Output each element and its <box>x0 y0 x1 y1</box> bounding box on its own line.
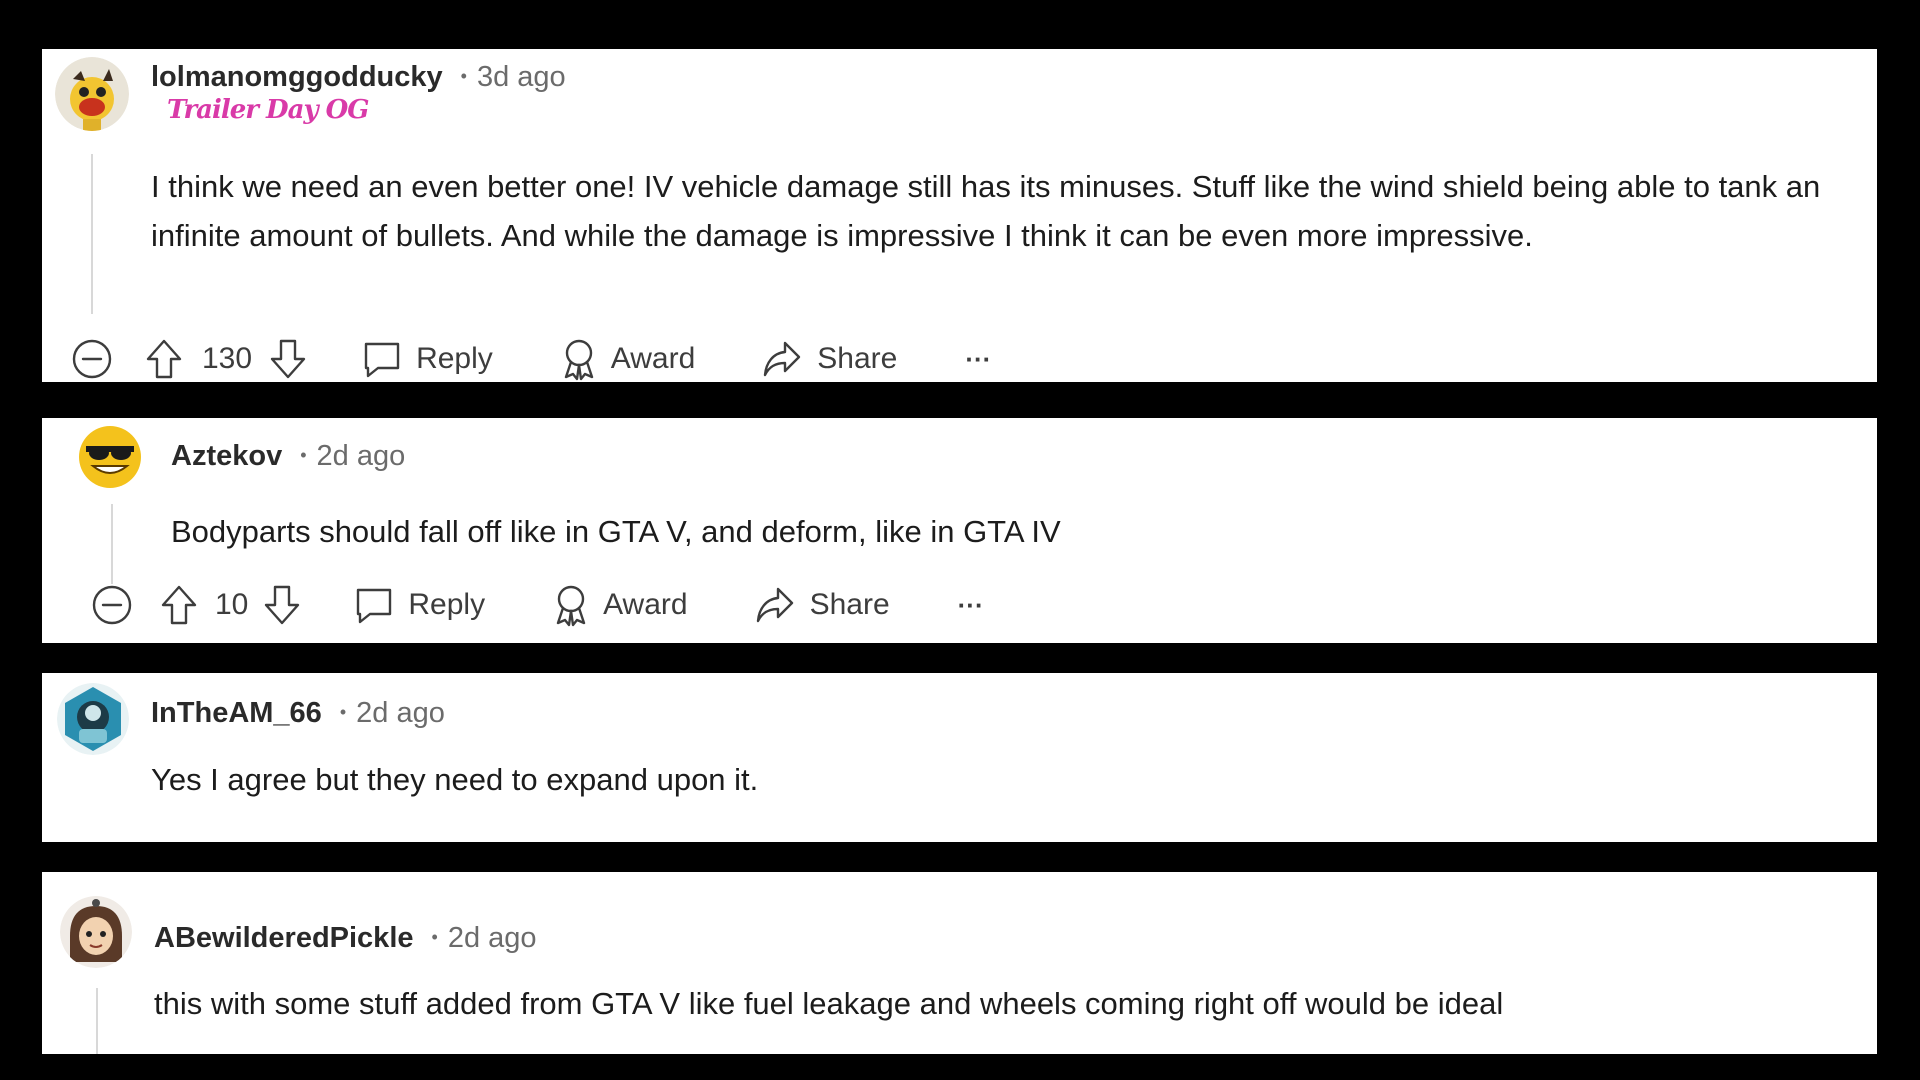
downvote-icon[interactable] <box>262 583 302 627</box>
thread-line[interactable] <box>111 504 113 584</box>
comment-card: InTheAM_66 • 2d ago Yes I agree but they… <box>42 673 1877 842</box>
vote-count: 10 <box>215 588 249 621</box>
comment-card: Aztekov • 2d ago Bodyparts should fall o… <box>42 418 1877 643</box>
reply-label: Reply <box>408 588 486 621</box>
thread-line[interactable] <box>96 988 98 1054</box>
user-avatar[interactable] <box>75 422 145 492</box>
reply-label: Reply <box>416 342 493 375</box>
username[interactable]: Aztekov <box>171 440 282 473</box>
user-avatar[interactable] <box>55 57 129 131</box>
comment-body: Bodyparts should fall off like in GTA V,… <box>171 514 1061 549</box>
share-button[interactable]: Share <box>754 585 890 625</box>
more-options-icon[interactable]: ··· <box>958 590 984 621</box>
comment-header: lolmanomggodducky • 3d ago <box>151 57 566 97</box>
speech-bubble-icon <box>357 588 392 624</box>
timestamp[interactable]: 2d ago <box>317 440 406 473</box>
award-button[interactable]: Award <box>559 337 696 381</box>
comment-body: this with some stuff added from GTA V li… <box>154 986 1504 1021</box>
collapse-icon[interactable] <box>90 583 134 627</box>
separator-dot: • <box>460 65 467 86</box>
downvote-icon[interactable] <box>268 337 308 381</box>
award-button[interactable]: Award <box>551 583 688 627</box>
user-avatar[interactable] <box>57 683 129 755</box>
timestamp[interactable]: 3d ago <box>477 61 566 94</box>
award-ribbon-icon <box>556 585 586 627</box>
award-ribbon-icon <box>564 339 593 381</box>
share-label: Share <box>809 588 890 621</box>
separator-dot: • <box>431 926 438 947</box>
thread-line[interactable] <box>91 154 93 314</box>
comment-header: InTheAM_66 • 2d ago <box>151 693 445 733</box>
username[interactable]: ABewilderedPickle <box>154 922 414 955</box>
upvote-icon[interactable] <box>159 583 199 627</box>
upvote-icon[interactable] <box>144 337 184 381</box>
share-button[interactable]: Share <box>761 339 897 379</box>
user-flair: Trailer Day OG <box>167 95 369 125</box>
comment-card: ABewilderedPickle • 2d ago this with som… <box>42 872 1877 1054</box>
comment-actions: 130 Reply Award Share ··· <box>70 334 991 384</box>
more-options-icon[interactable]: ··· <box>965 344 991 375</box>
comment-header: Aztekov • 2d ago <box>171 436 405 476</box>
award-label: Award <box>610 342 696 375</box>
comment-header: ABewilderedPickle • 2d ago <box>154 918 537 958</box>
timestamp[interactable]: 2d ago <box>356 697 445 730</box>
comment-card: lolmanomggodducky • 3d ago Trailer Day O… <box>42 49 1877 382</box>
separator-dot: • <box>300 444 307 465</box>
share-arrow-icon <box>756 587 793 623</box>
user-avatar[interactable] <box>60 896 132 968</box>
collapse-icon[interactable] <box>70 337 114 381</box>
comment-body: Yes I agree but they need to expand upon… <box>151 762 759 797</box>
vote-count: 130 <box>202 342 253 375</box>
timestamp[interactable]: 2d ago <box>448 922 537 955</box>
reply-button[interactable]: Reply <box>354 585 485 625</box>
comment-body: I think we need an even better one! IV v… <box>151 169 1821 253</box>
share-label: Share <box>817 342 898 375</box>
speech-bubble-icon <box>364 342 400 378</box>
username[interactable]: lolmanomggodducky <box>151 61 443 94</box>
reply-button[interactable]: Reply <box>362 339 493 379</box>
username[interactable]: InTheAM_66 <box>151 697 322 730</box>
comment-actions: 10 Reply Award Share ··· <box>90 580 984 630</box>
share-arrow-icon <box>764 341 801 377</box>
separator-dot: • <box>339 701 347 722</box>
award-label: Award <box>603 588 688 621</box>
